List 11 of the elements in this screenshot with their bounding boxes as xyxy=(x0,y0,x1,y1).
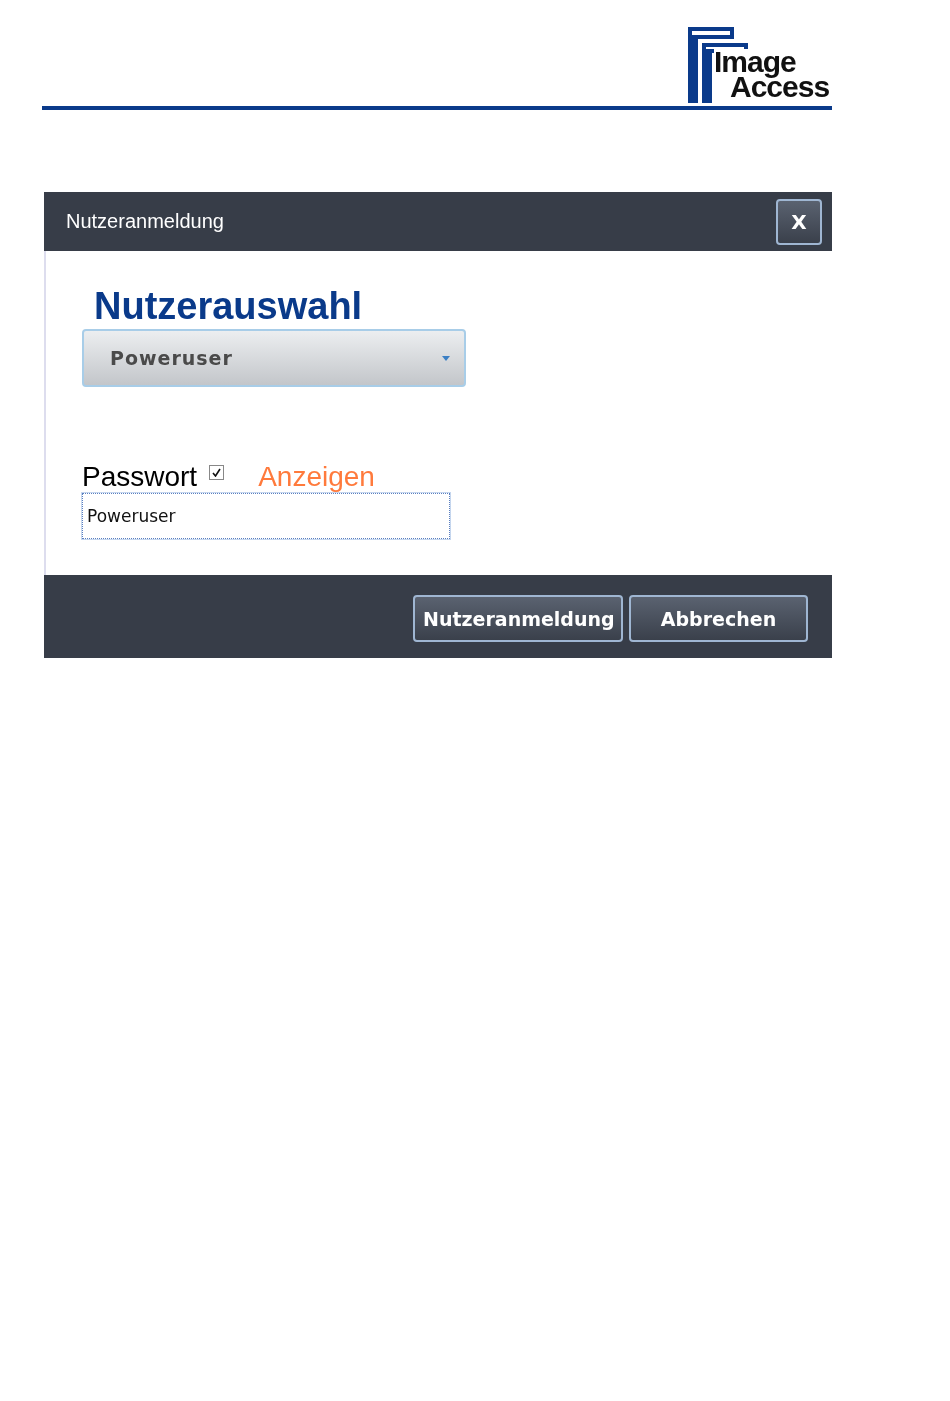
login-button[interactable]: Nutzeranmeldung xyxy=(413,595,623,642)
caret-icon xyxy=(442,355,450,361)
close-button[interactable]: X xyxy=(776,198,822,245)
section-heading: Nutzerauswahl xyxy=(94,285,364,327)
checkbox-label: Anzeigen xyxy=(258,461,375,493)
cancel-button[interactable]: Abbrechen xyxy=(629,595,808,642)
dialog-title: Nutzeranmeldung xyxy=(66,210,224,233)
checkbox[interactable] xyxy=(209,465,225,480)
field-label: Passwort xyxy=(82,461,198,493)
password-field[interactable]: Poweruser xyxy=(82,493,450,539)
user-dropdown[interactable]: Poweruser xyxy=(82,329,466,387)
